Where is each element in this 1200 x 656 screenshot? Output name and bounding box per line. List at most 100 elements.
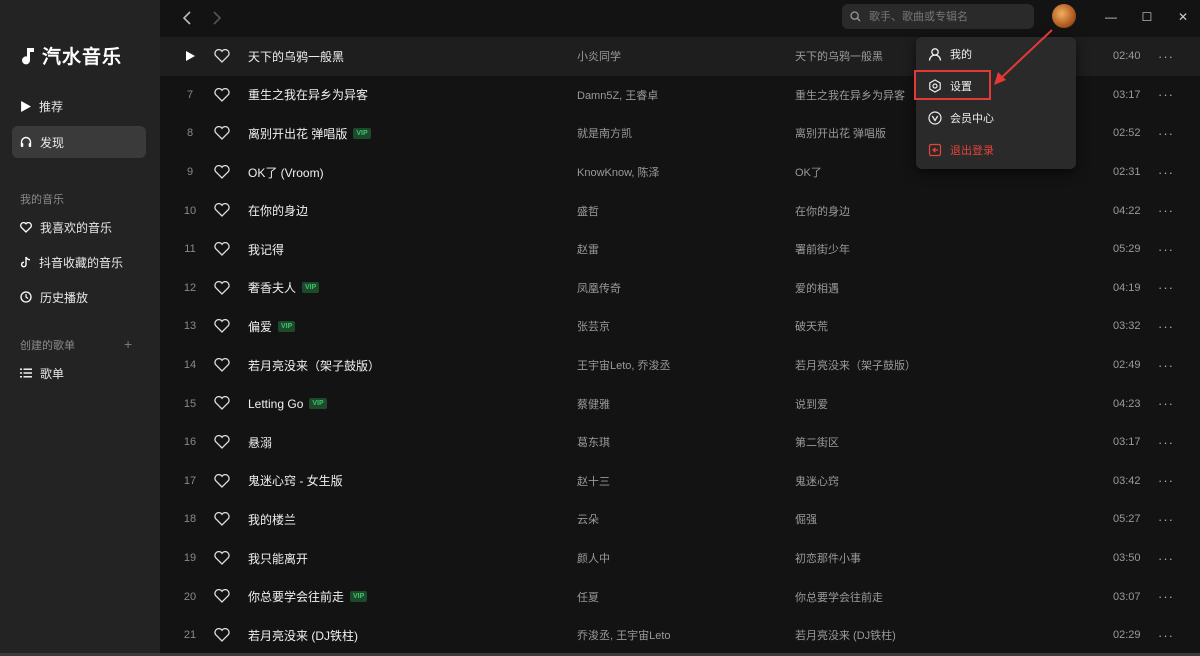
song-artist[interactable]: 凤凰传奇 [577,280,621,296]
like-heart-icon[interactable] [214,164,230,179]
more-options-icon[interactable]: ··· [1158,358,1174,373]
song-album[interactable]: 破天荒 [795,318,828,334]
like-heart-icon[interactable] [214,203,230,218]
more-options-icon[interactable]: ··· [1158,203,1174,218]
song-album[interactable]: 初恋那件小事 [795,550,861,566]
song-album[interactable]: 说到爱 [795,396,828,412]
song-artist[interactable]: 颜人中 [577,550,610,566]
song-title-cell[interactable]: 鬼迷心窍 - 女生版 [248,472,343,489]
song-row[interactable]: 17 鬼迷心窍 - 女生版 赵十三 鬼迷心窍 03:42 ··· [160,462,1200,501]
close-icon[interactable]: ✕ [1175,9,1191,25]
song-artist[interactable]: 赵雷 [577,241,599,257]
nav-liked-music[interactable]: 我喜欢的音乐 [12,211,146,243]
song-row[interactable]: 16 悬溺 葛东琪 第二街区 03:17 ··· [160,423,1200,462]
more-options-icon[interactable]: ··· [1158,242,1174,257]
like-heart-icon[interactable] [214,628,230,642]
song-artist[interactable]: 王宇宙Leto, 乔浚丞 [577,357,671,373]
like-heart-icon[interactable] [214,126,230,141]
more-options-icon[interactable]: ··· [1158,396,1174,411]
maximize-icon[interactable]: ☐ [1139,9,1155,25]
song-title-cell[interactable]: 若月亮没来 (DJ铁柱) [248,627,358,644]
song-album[interactable]: 若月亮没来（架子鼓版） [795,357,916,373]
nav-history[interactable]: 历史播放 [12,281,146,313]
like-heart-icon[interactable] [214,589,230,604]
more-options-icon[interactable]: ··· [1158,87,1174,102]
menu-item-logout[interactable]: 退出登录 [924,136,1068,164]
forward-arrow-icon[interactable] [206,8,226,28]
song-row[interactable]: 18 我的楼兰 云朵 倔强 05:27 ··· [160,500,1200,539]
song-title-cell[interactable]: 我只能离开 [248,550,308,567]
song-artist[interactable]: 任夏 [577,589,599,605]
song-album[interactable]: 离别开出花 弹唱版 [795,125,886,141]
song-row[interactable]: 11 我记得 赵雷 署前街少年 05:29 ··· [160,230,1200,269]
back-arrow-icon[interactable] [178,8,198,28]
nav-recommend[interactable]: 推荐 [12,90,146,122]
song-album[interactable]: 鬼迷心窍 [795,473,839,489]
more-options-icon[interactable]: ··· [1158,551,1174,566]
song-title-cell[interactable]: 我的楼兰 [248,511,296,528]
search-box[interactable] [842,4,1034,29]
song-row[interactable]: 21 若月亮没来 (DJ铁柱) 乔浚丞, 王宇宙Leto 若月亮没来 (DJ铁柱) 02… [160,616,1200,655]
like-heart-icon[interactable] [214,280,230,295]
song-album[interactable]: 天下的乌鸦一般黑 [795,48,883,64]
song-title-cell[interactable]: Letting Go VIP [248,397,327,411]
avatar[interactable] [1052,4,1076,28]
song-row[interactable]: 14 若月亮没来（架子鼓版） 王宇宙Leto, 乔浚丞 若月亮没来（架子鼓版） 02:4… [160,346,1200,385]
add-playlist-icon[interactable]: + [124,336,132,352]
song-row[interactable]: 15 Letting Go VIP 蔡健雅 说到爱 04:23 ··· [160,384,1200,423]
song-title-cell[interactable]: 我记得 [248,241,284,258]
like-heart-icon[interactable] [214,87,230,102]
song-row[interactable]: 13 偏爱 VIP 张芸京 破天荒 03:32 ··· [160,307,1200,346]
search-input[interactable] [867,9,1021,24]
song-title-cell[interactable]: 离别开出花 弹唱版 VIP [248,125,371,142]
like-heart-icon[interactable] [214,435,230,449]
like-heart-icon[interactable] [214,550,230,565]
more-options-icon[interactable]: ··· [1158,165,1174,180]
menu-item-my[interactable]: 我的 [924,40,1068,68]
song-title-cell[interactable]: 在你的身边 [248,202,308,219]
more-options-icon[interactable]: ··· [1158,319,1174,334]
song-artist[interactable]: 就是南方凯 [577,125,632,141]
more-options-icon[interactable]: ··· [1158,473,1174,488]
like-heart-icon[interactable] [214,49,230,63]
song-row[interactable]: 10 在你的身边 盛哲 在你的身边 04:22 ··· [160,191,1200,230]
song-title-cell[interactable]: 重生之我在异乡为异客 [248,86,368,103]
song-album[interactable]: 署前街少年 [795,241,850,257]
more-options-icon[interactable]: ··· [1158,628,1174,643]
song-row[interactable]: 20 你总要学会往前走 VIP 任夏 你总要学会往前走 03:07 ··· [160,577,1200,616]
song-row[interactable]: 19 我只能离开 颜人中 初恋那件小事 03:50 ··· [160,539,1200,578]
song-album[interactable]: 重生之我在异乡为异客 [795,87,905,103]
minimize-icon[interactable]: — [1103,9,1119,25]
more-options-icon[interactable]: ··· [1158,589,1174,604]
song-title-cell[interactable]: 天下的乌鸦一般黑 [248,48,344,65]
menu-item-vip-center[interactable]: 会员中心 [924,104,1068,132]
song-title-cell[interactable]: 奢香夫人 VIP [248,279,320,296]
like-heart-icon[interactable] [214,512,230,527]
song-artist[interactable]: 蔡健雅 [577,396,610,412]
more-options-icon[interactable]: ··· [1158,49,1174,64]
song-row[interactable]: 12 奢香夫人 VIP 凤凰传奇 爱的相遇 04:19 ··· [160,269,1200,308]
song-title-cell[interactable]: 悬溺 [248,434,272,451]
song-artist[interactable]: 张芸京 [577,318,610,334]
more-options-icon[interactable]: ··· [1158,512,1174,527]
song-artist[interactable]: Damn5Z, 王睿卓 [577,87,658,103]
song-artist[interactable]: 云朵 [577,511,599,527]
more-options-icon[interactable]: ··· [1158,435,1174,450]
song-artist[interactable]: 赵十三 [577,473,610,489]
song-title-cell[interactable]: 偏爱 VIP [248,318,296,335]
song-title-cell[interactable]: 你总要学会往前走 VIP [248,588,368,605]
like-heart-icon[interactable] [214,319,230,334]
song-artist[interactable]: KnowKnow, 陈泽 [577,164,660,180]
like-heart-icon[interactable] [214,473,230,488]
song-artist[interactable]: 乔浚丞, 王宇宙Leto [577,627,671,643]
like-heart-icon[interactable] [214,357,230,372]
song-album[interactable]: OK了 [795,164,822,180]
song-album[interactable]: 在你的身边 [795,203,850,219]
song-artist[interactable]: 盛哲 [577,203,599,219]
more-options-icon[interactable]: ··· [1158,280,1174,295]
like-heart-icon[interactable] [214,396,230,411]
nav-playlist[interactable]: 歌单 [12,357,146,389]
song-album[interactable]: 第二街区 [795,434,839,450]
play-icon[interactable] [185,51,195,62]
song-album[interactable]: 爱的相遇 [795,280,839,296]
